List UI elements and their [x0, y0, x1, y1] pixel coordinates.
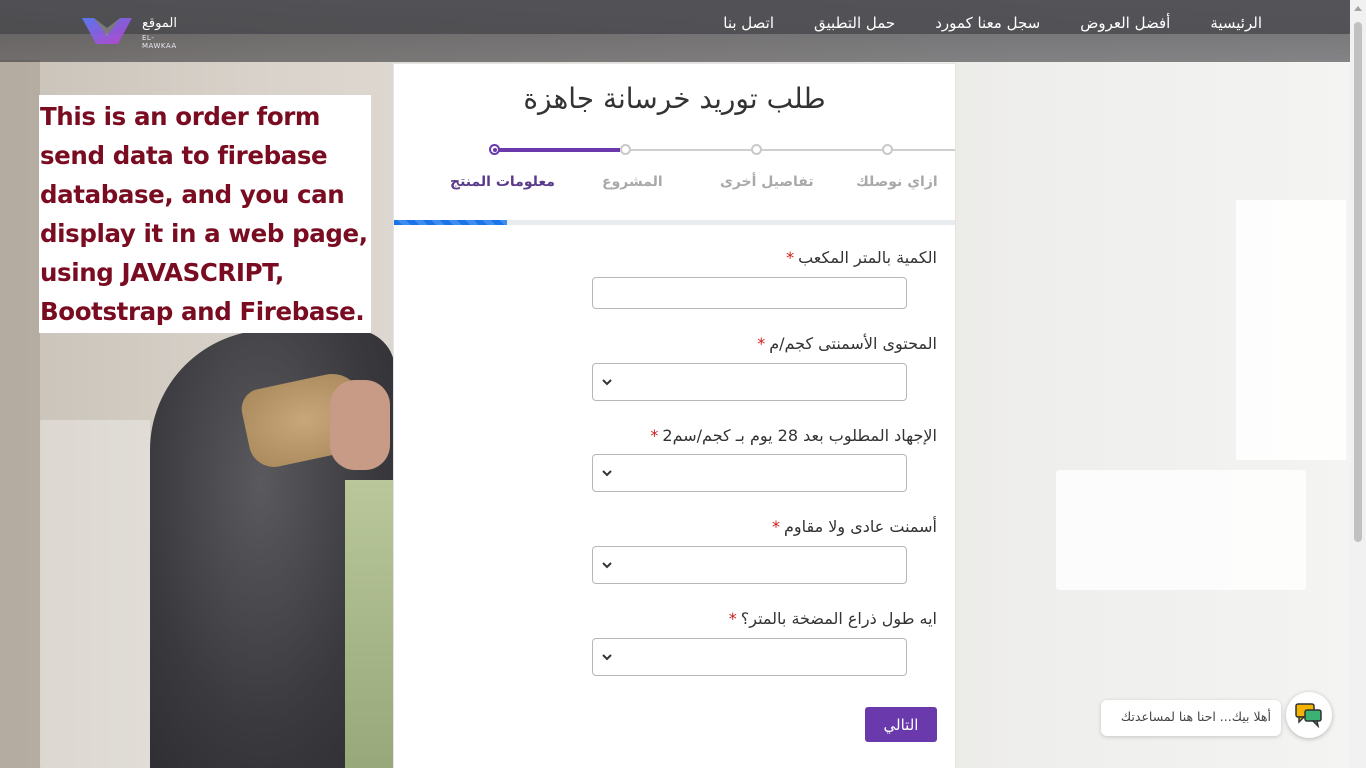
boxes-right-top: [1236, 200, 1346, 460]
step-label-delivery[interactable]: ازاي نوصلك: [856, 174, 938, 190]
page-scrollbar[interactable]: [1350, 0, 1366, 768]
field-label-quantity-text: الكمية بالمتر المكعب: [798, 248, 937, 267]
nav-links: الرئيسية أفضل العروض سجل معنا كمورد حمل …: [723, 14, 1262, 32]
field-label-strength: الإجهاد المطلوب بعد 28 يوم بـ كجم/سم2*: [650, 426, 937, 445]
form-title: طلب توريد خرسانة جاهزة: [523, 82, 826, 115]
site-logo[interactable]: الموقع EL-MAWKAA: [80, 12, 185, 50]
step-dot-delivery: [882, 144, 893, 155]
field-label-cement-type-text: أسمنت عادى ولا مقاوم: [784, 517, 937, 536]
chevron-down-icon: [602, 470, 612, 477]
field-label-cement-content: المحتوى الأسمنتى كجم/م*: [757, 334, 937, 353]
scrollbar-thumb[interactable]: [1354, 22, 1362, 542]
field-label-cement-content-text: المحتوى الأسمنتى كجم/م: [769, 334, 937, 353]
field-label-pump-length: ايه طول ذراع المضخة بالمتر؟*: [729, 609, 937, 628]
chat-greeting-bubble[interactable]: أهلا بيك... احنا هنا لمساعدتك: [1101, 700, 1281, 736]
step-dot-details: [751, 144, 762, 155]
progress-bar-fill: [394, 220, 507, 225]
step-dot-project: [620, 144, 631, 155]
nav-contact[interactable]: اتصل بنا: [723, 14, 774, 32]
quantity-input[interactable]: [592, 277, 907, 309]
top-navbar: الرئيسية أفضل العروض سجل معنا كمورد حمل …: [0, 0, 1350, 62]
nav-register-supplier[interactable]: سجل معنا كمورد: [935, 14, 1040, 32]
step-label-project[interactable]: المشروع: [602, 174, 663, 190]
logo-text-en: EL-MAWKAA: [142, 34, 177, 50]
field-label-cement-type: أسمنت عادى ولا مقاوم*: [772, 517, 937, 536]
nav-best-offers[interactable]: أفضل العروض: [1080, 14, 1170, 32]
logo-text-ar: الموقع: [142, 16, 177, 31]
next-button[interactable]: التالي: [865, 707, 937, 742]
nav-download-app[interactable]: حمل التطبيق: [814, 14, 895, 32]
required-mark: *: [728, 609, 737, 628]
chat-bubble-icon: [1295, 703, 1322, 728]
boxes-right: [1056, 470, 1306, 590]
shelf-left: [0, 60, 40, 768]
required-mark: *: [650, 426, 659, 445]
field-label-pump-length-text: ايه طول ذراع المضخة بالمتر؟: [740, 609, 937, 628]
field-label-strength-text: الإجهاد المطلوب بعد 28 يوم بـ كجم/سم2: [662, 426, 937, 445]
chat-launcher-button[interactable]: [1286, 692, 1332, 738]
info-note-text: This is an order form send data to fireb…: [40, 102, 368, 326]
safety-vest: [345, 480, 395, 768]
required-mark: *: [786, 248, 795, 267]
scroll-up-arrow-icon[interactable]: [1354, 6, 1362, 11]
step-label-product[interactable]: معلومات المنتج: [450, 174, 555, 190]
steps-track-active: [494, 148, 620, 152]
cement-type-select[interactable]: [592, 546, 907, 584]
step-dot-product: [489, 144, 500, 155]
info-note: This is an order form send data to fireb…: [39, 95, 371, 333]
boxes-left: [40, 420, 150, 768]
field-label-quantity: الكمية بالمتر المكعب*: [786, 248, 937, 267]
nav-home[interactable]: الرئيسية: [1210, 14, 1262, 32]
chevron-down-icon: [602, 654, 612, 661]
chevron-down-icon: [602, 562, 612, 569]
worker-hand: [330, 380, 390, 470]
order-form-card: طلب توريد خرسانة جاهزة معلومات المنتج ال…: [393, 63, 956, 768]
required-mark: *: [772, 517, 780, 536]
cement-content-select[interactable]: [592, 363, 907, 401]
step-label-details[interactable]: تفاصيل أخرى: [720, 174, 814, 190]
pump-length-select[interactable]: [592, 638, 907, 676]
logo-mark-icon: [82, 18, 132, 44]
chevron-down-icon: [602, 379, 612, 386]
required-mark: *: [757, 334, 766, 353]
strength-select[interactable]: [592, 454, 907, 492]
